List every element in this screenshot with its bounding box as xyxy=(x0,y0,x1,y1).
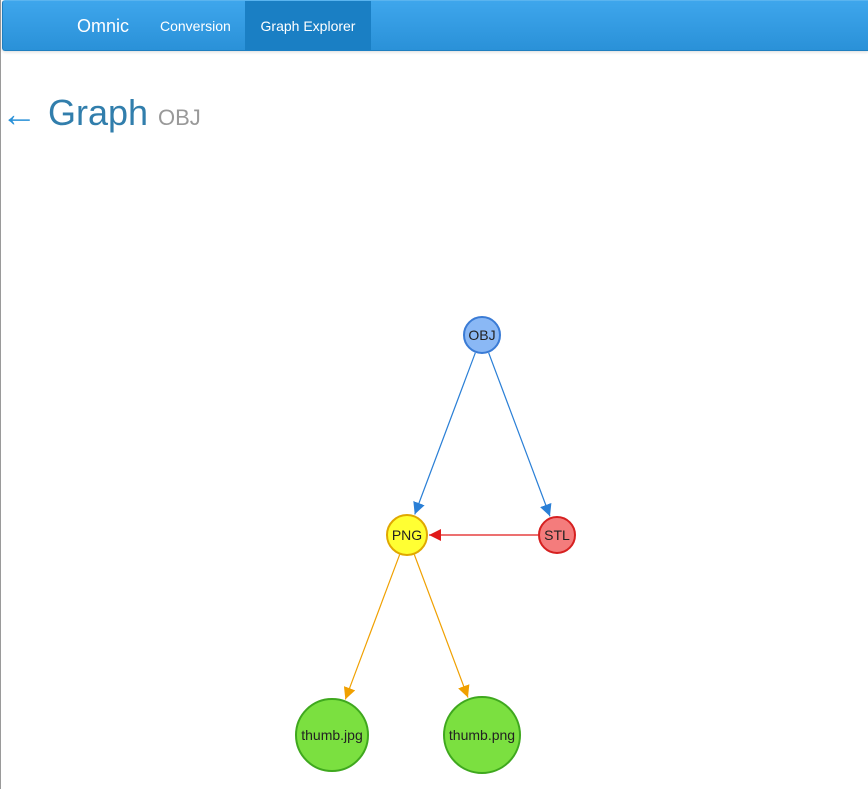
graph-node-stl[interactable]: STL xyxy=(538,516,576,554)
node-label-thumb-png: thumb.png xyxy=(449,727,515,743)
edge-obj-to-png xyxy=(413,352,476,515)
graph-canvas[interactable]: OBJ PNG STL thumb.jpg thumb.png xyxy=(1,0,868,789)
node-label-thumb-jpg: thumb.jpg xyxy=(301,727,362,743)
edge-png-to-thumb-png xyxy=(413,554,470,698)
edge-obj-to-stl xyxy=(488,352,552,517)
graph-node-obj[interactable]: OBJ xyxy=(463,316,501,354)
graph-node-png[interactable]: PNG xyxy=(386,514,428,556)
nodes-layer: OBJ PNG STL thumb.jpg thumb.png xyxy=(295,316,576,774)
edges-layer xyxy=(343,352,552,700)
page: Omnic Conversion Graph Explorer ← Graph … xyxy=(0,0,868,789)
node-label-obj: OBJ xyxy=(468,327,495,343)
graph-node-thumb-png[interactable]: thumb.png xyxy=(443,696,521,774)
edge-png-to-thumb-jpg xyxy=(343,554,401,700)
node-label-png: PNG xyxy=(392,527,422,543)
graph-node-thumb-jpg[interactable]: thumb.jpg xyxy=(295,698,369,772)
node-label-stl: STL xyxy=(544,527,570,543)
